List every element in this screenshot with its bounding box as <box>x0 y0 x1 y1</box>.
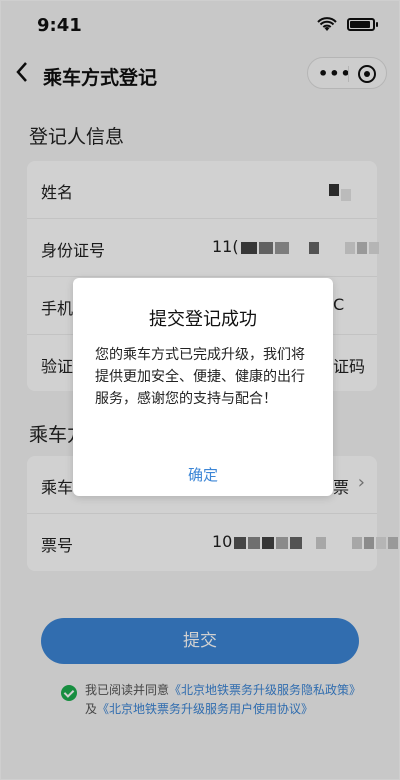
confirm-button[interactable]: 确定 <box>73 464 333 485</box>
dialog-title: 提交登记成功 <box>149 309 257 330</box>
success-dialog: 提交登记成功 您的乘车方式已完成升级，我们将提供更加安全、便捷、健康的出行服务，… <box>73 278 333 496</box>
dialog-message: 您的乘车方式已完成升级，我们将提供更加安全、便捷、健康的出行服务，感谢您的支持与… <box>95 347 305 407</box>
phone-screen: 9:41 乘车方式登记 ••• 登记人信息 姓名 身份证号 11(手机 C 验… <box>0 0 400 780</box>
